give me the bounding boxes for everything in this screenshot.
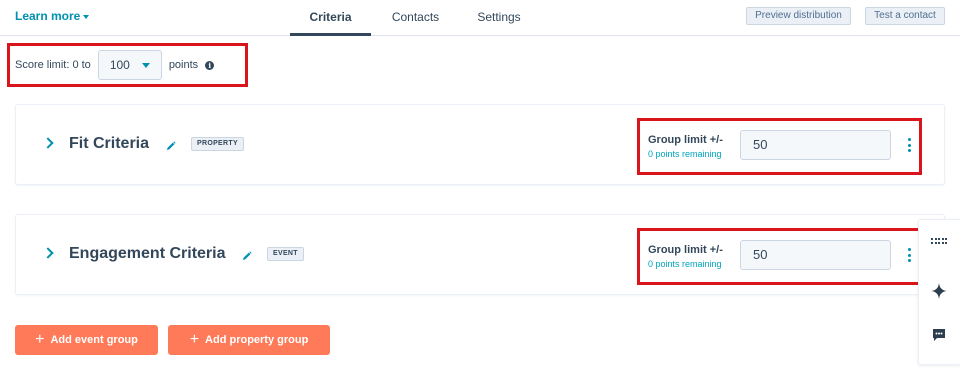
side-help-panel xyxy=(918,219,960,365)
learn-more-dropdown[interactable]: Learn more xyxy=(15,9,90,23)
tab-criteria[interactable]: Criteria xyxy=(290,0,371,36)
group-type-tag: EVENT xyxy=(267,247,304,261)
pencil-icon[interactable] xyxy=(242,251,252,261)
caret-down-icon xyxy=(83,14,90,19)
preview-distribution-button[interactable]: Preview distribution xyxy=(746,7,851,25)
add-event-group-label: Add event group xyxy=(50,334,138,346)
expand-chevron-icon[interactable] xyxy=(42,247,54,259)
plus-icon: + xyxy=(35,331,45,348)
expand-chevron-icon[interactable] xyxy=(42,137,54,149)
grid-icon[interactable] xyxy=(931,238,947,244)
group-title: Engagement Criteria xyxy=(69,245,226,262)
top-nav-bar: Learn more Criteria Contacts Settings Pr… xyxy=(0,0,960,36)
highlight-box xyxy=(637,118,922,175)
pencil-icon[interactable] xyxy=(166,141,176,151)
add-property-group-label: Add property group xyxy=(205,334,309,346)
tab-contacts[interactable]: Contacts xyxy=(371,0,460,36)
group-type-tag: PROPERTY xyxy=(191,137,244,151)
tab-bar: Criteria Contacts Settings xyxy=(290,0,538,36)
learn-more-label: Learn more xyxy=(15,9,81,23)
test-contact-button[interactable]: Test a contact xyxy=(865,7,945,25)
highlight-box xyxy=(7,43,248,87)
add-property-group-button[interactable]: + Add property group xyxy=(168,325,330,355)
chat-icon[interactable] xyxy=(932,328,946,342)
add-event-group-button[interactable]: + Add event group xyxy=(15,325,158,355)
sparkle-icon[interactable] xyxy=(931,283,947,299)
tab-settings[interactable]: Settings xyxy=(460,0,538,36)
highlight-box xyxy=(637,228,922,285)
plus-icon: + xyxy=(189,331,200,348)
group-title: Fit Criteria xyxy=(69,135,150,152)
